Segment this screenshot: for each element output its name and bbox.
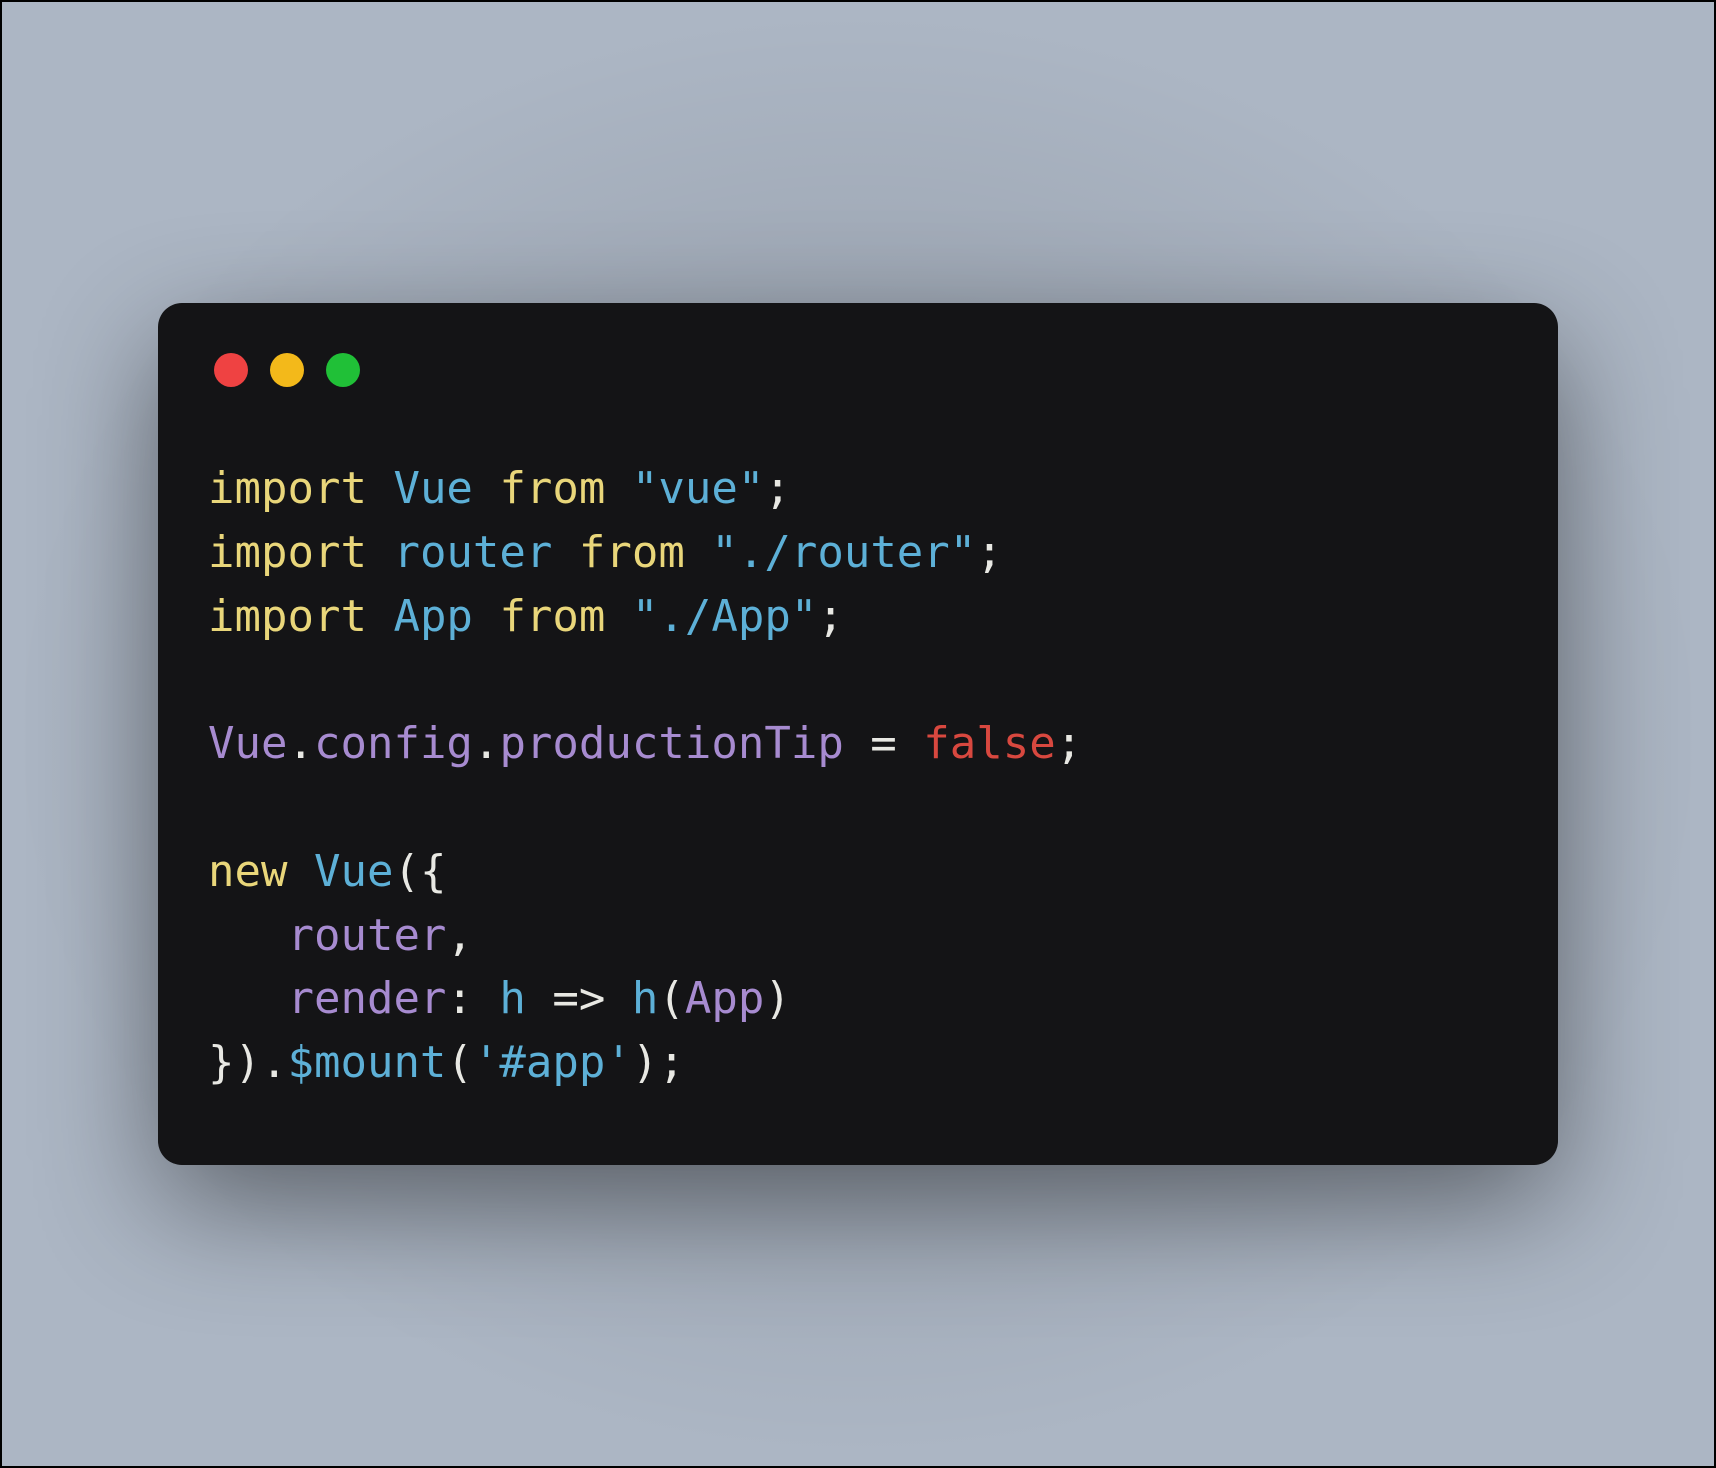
param: h — [499, 973, 526, 1024]
fn-call: h — [632, 973, 659, 1024]
code-window: import Vue from "vue"; import router fro… — [158, 303, 1558, 1165]
paren-open: ( — [446, 1037, 473, 1088]
identifier: App — [685, 973, 764, 1024]
identifier: router — [393, 527, 552, 578]
property: productionTip — [499, 718, 843, 769]
property: config — [314, 718, 473, 769]
brace-open: ({ — [393, 846, 446, 897]
keyword-import: import — [208, 591, 367, 642]
brace-close: }). — [208, 1037, 287, 1088]
dot: . — [473, 718, 500, 769]
indent — [208, 973, 287, 1024]
close-icon[interactable] — [214, 353, 248, 387]
arrow-fn: => — [526, 973, 632, 1024]
keyword-new: new — [208, 846, 287, 897]
identifier: Vue — [314, 846, 393, 897]
semicolon: ; — [976, 527, 1003, 578]
property: router — [287, 910, 446, 961]
property: render — [287, 973, 446, 1024]
semicolon: ; — [658, 1037, 685, 1088]
boolean-false: false — [923, 718, 1055, 769]
paren-close: ) — [764, 973, 791, 1024]
keyword-from: from — [499, 463, 605, 514]
method: $mount — [287, 1037, 446, 1088]
traffic-lights — [214, 353, 1508, 387]
backdrop: import Vue from "vue"; import router fro… — [2, 2, 1714, 1466]
identifier: Vue — [393, 463, 472, 514]
string-literal: '#app' — [473, 1037, 632, 1088]
string-literal: "vue" — [632, 463, 764, 514]
paren-close: ) — [632, 1037, 659, 1088]
dot: . — [287, 718, 314, 769]
indent — [208, 910, 287, 961]
string-literal: "./router" — [711, 527, 976, 578]
code-block: import Vue from "vue"; import router fro… — [208, 457, 1508, 1095]
paren-open: ( — [658, 973, 685, 1024]
equals: = — [844, 718, 923, 769]
keyword-from: from — [499, 591, 605, 642]
semicolon: ; — [817, 591, 844, 642]
semicolon: ; — [1056, 718, 1083, 769]
comma: , — [446, 910, 473, 961]
colon: : — [446, 973, 499, 1024]
identifier: App — [393, 591, 472, 642]
minimize-icon[interactable] — [270, 353, 304, 387]
semicolon: ; — [764, 463, 791, 514]
zoom-icon[interactable] — [326, 353, 360, 387]
object-ref: Vue — [208, 718, 287, 769]
keyword-import: import — [208, 463, 367, 514]
keyword-from: from — [579, 527, 685, 578]
keyword-import: import — [208, 527, 367, 578]
string-literal: "./App" — [632, 591, 817, 642]
